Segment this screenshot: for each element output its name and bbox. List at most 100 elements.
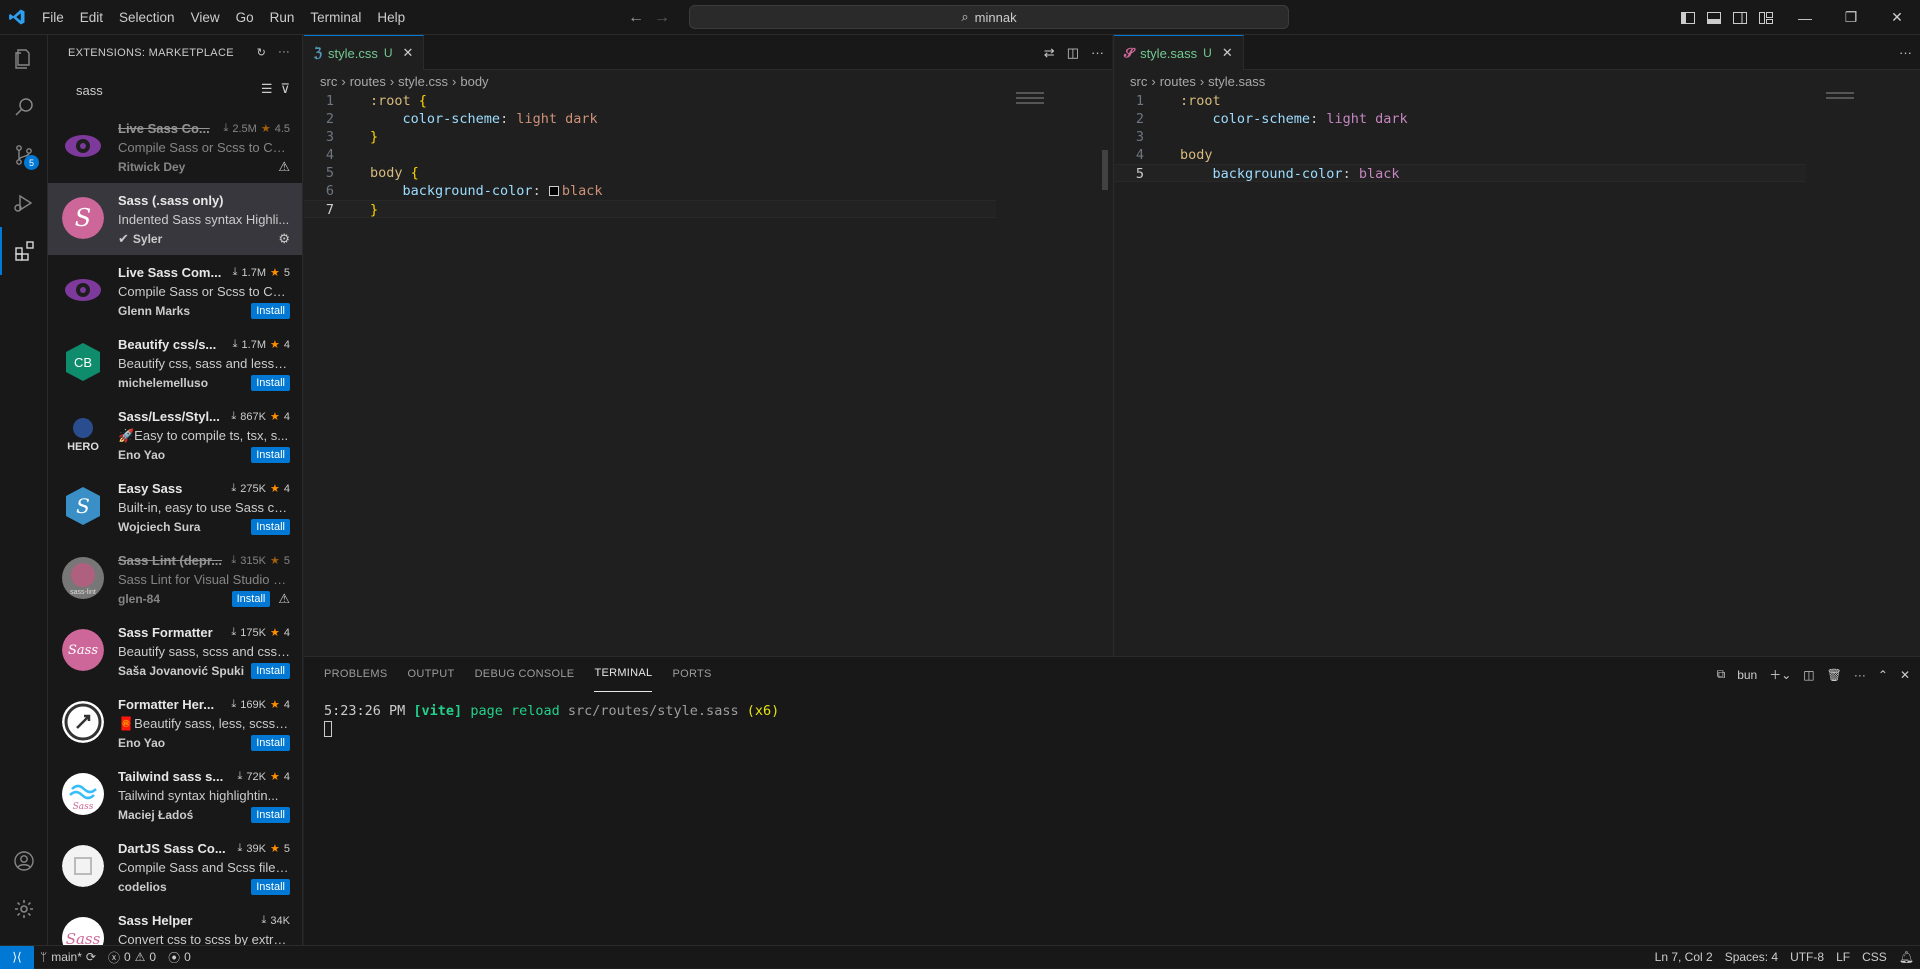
tab-style-sass[interactable]: 𝓢 style.sass U ✕ — [1114, 35, 1244, 70]
menu-item-selection[interactable]: Selection — [111, 0, 183, 35]
remote-indicator-icon[interactable]: ⟩⟨ — [0, 945, 34, 969]
panel-more-icon[interactable]: ··· — [1854, 668, 1866, 682]
new-terminal-icon[interactable]: ＋⌄ — [1769, 666, 1791, 683]
explorer-icon[interactable] — [0, 35, 48, 83]
extension-item[interactable]: Live Sass Com... ⤓ 1.7M ★ 5 Compile Sass or S… — [48, 255, 302, 327]
encoding[interactable]: UTF-8 — [1784, 950, 1830, 964]
extension-item[interactable]: DartJS Sass Co... ⤓ 39K ★ 5 Compile Sass and … — [48, 831, 302, 903]
menu-item-help[interactable]: Help — [369, 0, 413, 35]
problems-indicator[interactable]: ⓧ 0 ⚠ 0 — [102, 949, 162, 966]
editor-more-icon[interactable]: ··· — [1091, 45, 1104, 60]
breadcrumb-item[interactable]: routes — [1160, 74, 1196, 89]
ports-indicator[interactable]: ⦿ 0 — [162, 949, 197, 966]
color-swatch[interactable] — [548, 186, 559, 196]
menu-item-edit[interactable]: Edit — [72, 0, 111, 35]
star-icon: ★ — [270, 267, 280, 279]
extension-item[interactable]: Sass Tailwind sass s... ⤓ 72K ★ 4 Tailwind syn… — [48, 759, 302, 831]
extension-item[interactable]: CB Beautify css/s... ⤓ 1.7M ★ 4 Beautify css, … — [48, 327, 302, 399]
install-button[interactable]: Install — [251, 807, 290, 823]
extensions-icon[interactable] — [0, 227, 48, 275]
panel-tab-debug-console[interactable]: DEBUG CONSOLE — [475, 657, 575, 692]
svg-text:S: S — [76, 494, 90, 518]
install-button[interactable]: Install — [231, 591, 271, 607]
close-tab-icon[interactable]: ✕ — [1222, 45, 1233, 61]
menu-item-run[interactable]: Run — [262, 0, 303, 35]
run-debug-icon[interactable] — [0, 179, 48, 227]
manage-gear-icon[interactable] — [0, 885, 48, 933]
editor-more-icon[interactable]: ··· — [1899, 45, 1912, 60]
code-area[interactable]: 1:root {2 color-scheme: light dark 3} 4 5 bo… — [304, 92, 1112, 218]
indentation[interactable]: Spaces: 4 — [1719, 950, 1784, 964]
panel-tab-problems[interactable]: PROBLEMS — [324, 657, 388, 692]
extension-name: Formatter Her... — [118, 697, 215, 712]
clear-filter-icon[interactable]: ☰ — [261, 81, 273, 97]
notifications-bell-icon[interactable]: 🔔︎ — [1893, 950, 1920, 964]
panel-tab-ports[interactable]: PORTS — [672, 657, 711, 692]
minimap[interactable] — [1016, 92, 1096, 104]
language-mode[interactable]: CSS — [1856, 950, 1893, 964]
terminal-shell-name[interactable]: bun — [1737, 668, 1757, 682]
extension-publisher: Saša Jovanović Spuki — [118, 664, 245, 678]
breadcrumb-item[interactable]: style.sass — [1208, 74, 1265, 89]
breadcrumb-item[interactable]: routes — [350, 74, 386, 89]
extension-item[interactable]: S Sass (.sass only) Indented Sass syntax H… — [48, 183, 302, 255]
kill-terminal-icon[interactable]: 🗑 — [1827, 668, 1842, 682]
extension-item[interactable]: Formatter Her... ⤓ 169K ★ 4 🧧Beautify sass, l… — [48, 687, 302, 759]
extension-item[interactable]: sass-lint Sass Lint (depr... ⤓ 315K ★ 5 Sass L… — [48, 543, 302, 615]
menu-item-file[interactable]: File — [34, 0, 72, 35]
split-editor-icon[interactable]: ◫ — [1067, 45, 1079, 61]
install-button[interactable]: Install — [251, 447, 290, 463]
close-panel-icon[interactable]: ✕ — [1900, 668, 1910, 682]
manage-gear-icon[interactable]: ⚙ — [278, 231, 290, 247]
install-button[interactable]: Install — [251, 735, 290, 751]
filter-icon[interactable]: ⊽ — [280, 81, 290, 97]
install-button[interactable]: Install — [251, 303, 290, 319]
toggle-primary-sidebar-icon[interactable] — [1680, 10, 1696, 26]
extension-item[interactable]: HERO Sass/Less/Styl... ⤓ 867K ★ 4 🚀Easy to com… — [48, 399, 302, 471]
minimap[interactable] — [1826, 92, 1906, 99]
menu-item-go[interactable]: Go — [228, 0, 262, 35]
terminal-output[interactable]: 5:23:26 PM [vite] page reload src/routes… — [304, 692, 1920, 738]
install-button[interactable]: Install — [251, 663, 290, 679]
close-tab-icon[interactable]: ✕ — [403, 45, 414, 61]
extension-item[interactable]: S Easy Sass ⤓ 275K ★ 4 Built-in, easy to use S… — [48, 471, 302, 543]
forward-arrow-icon[interactable]: → — [654, 9, 670, 27]
customize-layout-icon[interactable] — [1758, 10, 1774, 26]
restore-icon[interactable]: ❐ — [1828, 0, 1874, 35]
split-terminal-icon[interactable]: ◫ — [1803, 668, 1814, 682]
eol[interactable]: LF — [1830, 950, 1856, 964]
extension-item[interactable]: Live Sass Co... ⤓ 2.5M ★ 4.5 Compile Sass or … — [48, 111, 302, 183]
extensions-search-input[interactable]: sass ☰ ⊽ — [60, 75, 290, 105]
search-icon[interactable] — [0, 83, 48, 131]
toggle-panel-icon[interactable] — [1706, 10, 1722, 26]
breadcrumb-item[interactable]: src — [1130, 74, 1147, 89]
menu-item-terminal[interactable]: Terminal — [302, 0, 369, 35]
extension-item[interactable]: Sass Sass Formatter ⤓ 175K ★ 4 Beautify sass, … — [48, 615, 302, 687]
command-center-search[interactable]: ⌕ minnak — [689, 5, 1289, 29]
scrollbar[interactable] — [1102, 150, 1108, 190]
open-changes-icon[interactable]: ⇄ — [1044, 45, 1055, 61]
close-window-icon[interactable]: ✕ — [1874, 0, 1920, 35]
install-button[interactable]: Install — [251, 879, 290, 895]
extension-item[interactable]: Sass Sass Helper ⤓ 34K Convert css to scss b… — [48, 903, 302, 945]
minimize-icon[interactable]: — — [1782, 0, 1828, 35]
menu-item-view[interactable]: View — [183, 0, 228, 35]
tab-style-css[interactable]: ℨ style.css U ✕ — [304, 35, 425, 70]
install-button[interactable]: Install — [251, 519, 290, 535]
refresh-icon[interactable]: ↻ — [257, 46, 267, 59]
maximize-panel-icon[interactable]: ⌃ — [1878, 668, 1888, 682]
install-button[interactable]: Install — [251, 375, 290, 391]
panel-tab-output[interactable]: OUTPUT — [408, 657, 455, 692]
code-area[interactable]: 1:root 2 color-scheme: light dark 3 4 body 5 … — [1114, 92, 1920, 182]
back-arrow-icon[interactable]: ← — [628, 9, 644, 27]
branch-indicator[interactable]: ᛘ main* ⟳ — [34, 950, 102, 964]
breadcrumb-item[interactable]: body — [460, 74, 488, 89]
panel-tab-terminal[interactable]: TERMINAL — [594, 657, 653, 692]
more-actions-icon[interactable]: ··· — [278, 46, 290, 59]
accounts-icon[interactable] — [0, 837, 48, 885]
breadcrumb-item[interactable]: src — [320, 74, 337, 89]
cursor-position[interactable]: Ln 7, Col 2 — [1649, 950, 1719, 964]
toggle-secondary-sidebar-icon[interactable] — [1732, 10, 1748, 26]
breadcrumb-item[interactable]: style.css — [398, 74, 448, 89]
source-control-icon[interactable]: 5 — [0, 131, 48, 179]
